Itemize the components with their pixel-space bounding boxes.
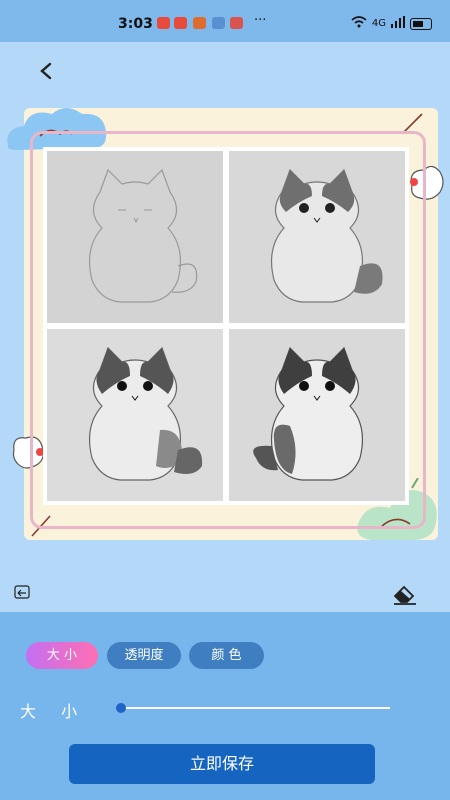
cat-shaded-sketch <box>271 168 383 303</box>
eraser-icon[interactable] <box>392 583 418 605</box>
notification-icon <box>174 17 187 29</box>
network-type: 4G <box>371 18 386 29</box>
notification-icon <box>230 17 243 29</box>
signal-icon <box>391 16 405 31</box>
wifi-icon <box>351 16 367 31</box>
notification-icon <box>212 17 225 29</box>
sketch-panel <box>229 329 405 501</box>
size-slider-track[interactable] <box>118 707 390 709</box>
tab-opacity[interactable]: 透明度 <box>107 642 181 669</box>
size-label: 大 小 <box>20 702 88 721</box>
undo-icon[interactable] <box>14 585 34 603</box>
tab-color[interactable]: 颜 色 <box>189 642 264 669</box>
cat-outline-sketch <box>89 168 198 303</box>
sketch-panel <box>229 151 405 323</box>
sketch-panel <box>47 151 223 323</box>
sketch-panel <box>47 329 223 501</box>
cat-finished-sketch <box>253 346 363 481</box>
cat-detailed-sketch <box>89 346 203 481</box>
status-time: 3:03 <box>118 16 153 32</box>
battery-icon <box>410 17 432 30</box>
status-bar: 3:03 ··· 4G <box>0 0 450 42</box>
save-now-button[interactable]: 立即保存 <box>69 744 375 784</box>
cat-sketch-image[interactable] <box>43 147 409 505</box>
system-icons: 4G <box>351 16 432 31</box>
tab-size[interactable]: 大 小 <box>26 642 98 669</box>
notification-icon <box>193 17 206 29</box>
chevron-left-icon <box>40 62 52 80</box>
size-slider-thumb[interactable] <box>116 703 126 713</box>
back-button[interactable] <box>30 55 62 87</box>
more-notifications: ··· <box>254 13 267 28</box>
notification-icon <box>157 17 170 29</box>
